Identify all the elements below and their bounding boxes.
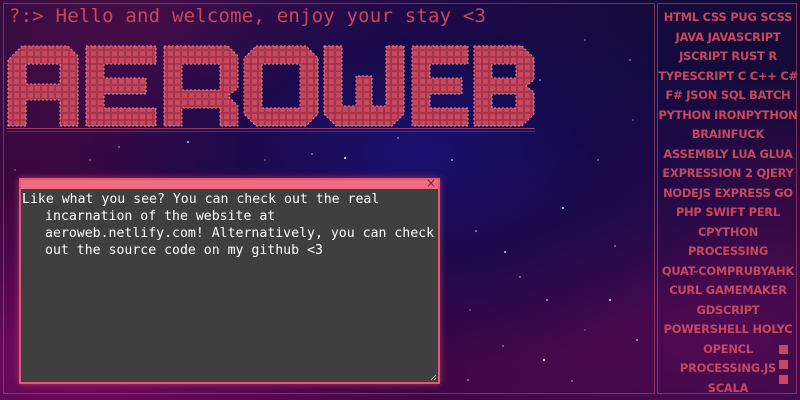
square-icon: [779, 360, 788, 369]
language-item: JAVA JAVASCRIPT: [675, 29, 781, 44]
resize-grip-icon[interactable]: [430, 374, 437, 381]
square-icon: [779, 345, 788, 354]
window-titlebar[interactable]: ×: [21, 177, 438, 189]
language-item: PYTHON IRONPYTHON: [658, 107, 798, 122]
aeroweb-logo-graphic: [7, 45, 535, 127]
close-icon[interactable]: ×: [426, 177, 436, 189]
language-item: JSCRIPT RUST R: [679, 49, 777, 63]
language-item: SCALA: [707, 380, 749, 395]
language-item: PHP SWIFT PERL: [675, 205, 781, 219]
language-item: TYPESCRIPT C C++ C#: [658, 68, 798, 83]
language-item: PROCESSING.JS: [679, 361, 777, 375]
square-icon: [779, 375, 788, 384]
language-item: OPENCL: [703, 341, 753, 356]
language-item: CPYTHON: [697, 224, 759, 239]
language-item: F# JSON SQL BATCH: [665, 88, 791, 102]
aeroweb-logo: [6, 36, 536, 136]
language-item: PROCESSING: [688, 244, 768, 258]
language-item: CURL GAMEMAKER: [669, 283, 787, 297]
dialog-message: Like what you see? You can check out the…: [22, 192, 435, 258]
language-item: NODEJS EXPRESS GO: [663, 185, 793, 200]
greeting-prompt: ?:> Hello and welcome, enjoy your stay <…: [9, 5, 487, 27]
language-item: BRAINFUCK: [691, 127, 765, 141]
logo-underline-divider: [7, 128, 535, 132]
language-item: GDSCRIPT: [696, 302, 760, 317]
language-item: EXPRESSION 2 QJERY: [662, 166, 794, 180]
language-item: POWERSHELL HOLYC: [663, 322, 793, 336]
languages-panel: HTML CSS PUG SCSS JAVA JAVASCRIPT JSCRIPT …: [657, 3, 798, 395]
languages-list: HTML CSS PUG SCSS JAVA JAVASCRIPT JSCRIPT …: [658, 8, 798, 398]
language-item: HTML CSS PUG SCSS: [663, 10, 793, 24]
info-dialog-window: × Like what you see? You can check out t…: [19, 177, 440, 384]
decorative-squares: [779, 345, 789, 390]
language-item: QUAT-COMPRUBYAHK: [661, 263, 795, 278]
language-item: ASSEMBLY LUA GLUA: [663, 146, 793, 161]
